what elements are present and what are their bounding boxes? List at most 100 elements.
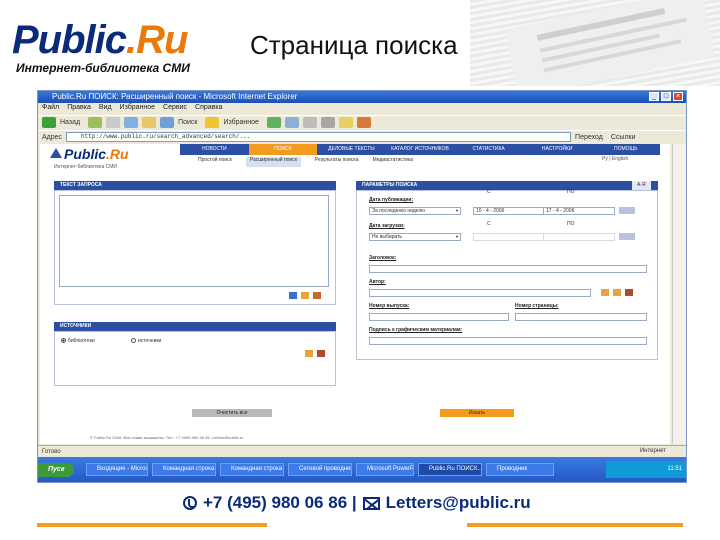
favorites-star-icon[interactable] [205, 117, 220, 128]
load-date-select[interactable]: Не выбирать [369, 233, 461, 241]
search-button[interactable]: Поиск [178, 119, 197, 126]
subnav-search-results[interactable]: Результаты поиска [315, 157, 359, 167]
pub-date-from-input[interactable]: 10 - 4 - 2006 [473, 207, 545, 215]
az-button[interactable]: А-Я [632, 181, 651, 190]
load-date-to-input[interactable] [543, 233, 615, 241]
save-icon[interactable] [313, 292, 321, 299]
nav-help[interactable]: ПОМОЩЬ [591, 144, 660, 155]
back-button[interactable]: Назад [60, 119, 80, 126]
taskbar-item[interactable]: Командная строка [220, 463, 284, 476]
refresh-icon[interactable] [124, 117, 139, 128]
taskbar-item[interactable]: Сетевой проводник [288, 463, 352, 476]
footer-divider-left [37, 523, 267, 527]
menu-view[interactable]: Вид [99, 104, 112, 115]
site-logo-part2: .Ru [106, 146, 129, 162]
radio-sources-label: источники [138, 338, 162, 344]
slide: Public.Ru Интернет-библиотека СМИ Страни… [0, 0, 720, 540]
menu-file[interactable]: Файл [42, 104, 59, 115]
menu-tools[interactable]: Сервис [163, 104, 187, 115]
site-subnav: Простой поиск Расширенный поиск Результа… [198, 157, 578, 167]
taskbar-item[interactable]: Проводник [486, 463, 554, 476]
folder-icon[interactable] [338, 117, 353, 128]
favorites-button[interactable]: Избранное [223, 119, 258, 126]
logo-subtitle: Интернет-библиотека СМИ [16, 61, 190, 75]
search-icon[interactable] [160, 117, 175, 128]
query-textarea[interactable] [59, 195, 329, 287]
search-magnifier-icon[interactable] [305, 350, 313, 357]
issue-input[interactable] [369, 313, 509, 321]
status-zone: Интернет [639, 448, 666, 454]
title-input[interactable] [369, 265, 647, 273]
back-arrow-icon[interactable] [42, 117, 56, 128]
menu-edit[interactable]: Правка [67, 104, 91, 115]
contact-line: +7 (495) 980 06 86 | Letters@public.ru [183, 493, 531, 513]
load-from-label: С [487, 221, 491, 227]
phone-icon [183, 496, 197, 510]
calendar-icon[interactable] [619, 207, 635, 214]
nav-news[interactable]: НОВОСТИ [180, 144, 249, 155]
subnav-advanced-search[interactable]: Расширенный поиск [245, 157, 301, 167]
menu-help[interactable]: Справка [195, 104, 222, 115]
nav-statistics[interactable]: СТАТИСТИКА [454, 144, 523, 155]
open-folder-icon[interactable] [289, 292, 297, 299]
go-button[interactable]: Переход [575, 134, 603, 141]
home-icon[interactable] [142, 117, 157, 128]
contact-email[interactable]: Letters@public.ru [386, 493, 531, 513]
nav-business-texts[interactable]: ДЕЛОВЫЕ ТЕКСТЫ [317, 144, 386, 155]
web-content: Public.Ru Интернет-библиотека СМИ НОВОСТ… [40, 144, 670, 444]
browser-toolbar: Назад Поиск Избранное [38, 115, 686, 129]
page-number-input[interactable] [515, 313, 647, 321]
print-icon[interactable] [320, 117, 335, 128]
messenger-icon[interactable] [356, 117, 371, 128]
arrow-right-icon[interactable] [601, 289, 609, 296]
site-nav: НОВОСТИ ПОИСК ДЕЛОВЫЕ ТЕКСТЫ КАТАЛОГ ИСТ… [180, 144, 660, 155]
close-button[interactable]: × [673, 92, 683, 101]
radio-libraries[interactable]: библиотеки [61, 338, 95, 344]
minimize-button[interactable]: _ [649, 92, 659, 101]
delete-icon[interactable] [317, 350, 325, 357]
search-magnifier-icon[interactable] [613, 289, 621, 296]
caption-input[interactable] [369, 337, 647, 345]
delete-icon[interactable] [625, 289, 633, 296]
stop-icon[interactable] [106, 117, 121, 128]
clear-all-button[interactable]: Очистить все [192, 409, 272, 417]
history-icon[interactable] [284, 117, 299, 128]
mail-icon[interactable] [302, 117, 317, 128]
search-submit-button[interactable]: Искать [440, 409, 514, 417]
media-icon[interactable] [266, 117, 281, 128]
radio-libraries-label: библиотеки [68, 338, 95, 344]
address-input[interactable]: http://www.public.ru/search_advanced/sea… [66, 132, 572, 142]
maximize-button[interactable]: □ [661, 92, 671, 101]
nav-settings[interactable]: НАСТРОЙКИ [523, 144, 592, 155]
nav-search[interactable]: ПОИСК [248, 144, 318, 155]
page-number-label: Номер страницы: [515, 303, 559, 309]
subnav-simple-search[interactable]: Простой поиск [198, 157, 232, 167]
calendar-icon[interactable] [619, 233, 635, 240]
pub-date-select[interactable]: За последнюю неделю [369, 207, 461, 215]
title-label: Заголовок: [369, 255, 397, 261]
taskbar-item[interactable]: Microsoft PowerPoint [356, 463, 414, 476]
nav-sources-catalog[interactable]: КАТАЛОГ ИСТОЧНИКОВ [386, 144, 455, 155]
from-label: С [487, 189, 491, 195]
site-logo-part1: Public [64, 146, 107, 162]
newspaper-decoration [504, 0, 716, 86]
start-button[interactable]: Пуск [38, 463, 74, 477]
vertical-scrollbar[interactable] [672, 144, 686, 444]
author-input[interactable] [369, 289, 591, 297]
site-logo-triangle-icon [50, 148, 62, 158]
load-date-from-input[interactable] [473, 233, 545, 241]
language-switch[interactable]: Ру | English [602, 156, 628, 162]
radio-sources[interactable]: источники [131, 338, 161, 344]
subnav-media-statistics[interactable]: Медиастатистика [373, 157, 414, 167]
links-label[interactable]: Ссылки [611, 134, 636, 141]
envelope-icon [362, 496, 380, 510]
arrow-right-icon[interactable] [301, 292, 309, 299]
taskbar-item[interactable]: Входящие - Microsoft... [86, 463, 148, 476]
taskbar-item-active[interactable]: Public.Ru ПОИСК... [418, 463, 482, 476]
query-panel-header: ТЕКСТ ЗАПРОСА [54, 181, 336, 190]
site-logo[interactable]: Public.Ru [64, 146, 129, 162]
pub-date-to-input[interactable]: 17 - 4 - 2006 [543, 207, 615, 215]
forward-arrow-icon[interactable] [88, 117, 103, 128]
taskbar-item[interactable]: Командная строка [152, 463, 216, 476]
menu-favorites[interactable]: Избранное [120, 104, 155, 115]
